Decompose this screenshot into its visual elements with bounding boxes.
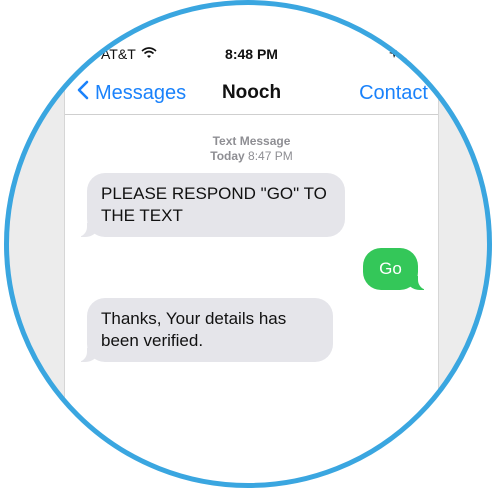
promo-stage: AT&T 8:48 PM 60% Messages Nooch Contact … <box>0 0 500 492</box>
location-arrow-icon <box>388 46 399 62</box>
nav-bar: Messages Nooch Contact <box>65 74 438 115</box>
thread-timestamp: Text Message Today 8:47 PM <box>65 134 438 164</box>
message-bubble-incoming[interactable]: PLEASE RESPOND "GO" TO THE TEXT <box>77 173 345 237</box>
circle-frame: AT&T 8:48 PM 60% Messages Nooch Contact … <box>4 0 492 488</box>
status-right: 60% <box>388 46 432 62</box>
message-bubble-incoming[interactable]: Thanks, Your details has been verified. <box>77 298 333 362</box>
status-time: 8:48 PM <box>225 46 278 62</box>
thread-time-label: 8:47 PM <box>248 149 293 163</box>
battery-label: 60% <box>403 46 432 62</box>
message-text: Go <box>379 259 402 278</box>
phone-screen: AT&T 8:48 PM 60% Messages Nooch Contact … <box>64 0 439 488</box>
message-text: Thanks, Your details has been verified. <box>101 309 287 350</box>
contact-button[interactable]: Contact <box>359 82 428 105</box>
message-text: PLEASE RESPOND "GO" TO THE TEXT <box>101 184 327 225</box>
status-bar: AT&T 8:48 PM 60% <box>65 40 438 68</box>
thread-date-label: Today <box>210 149 245 163</box>
message-bubble-outgoing[interactable]: Go <box>363 248 428 290</box>
thread-date: Today 8:47 PM <box>65 149 438 164</box>
thread-type-label: Text Message <box>212 134 291 148</box>
